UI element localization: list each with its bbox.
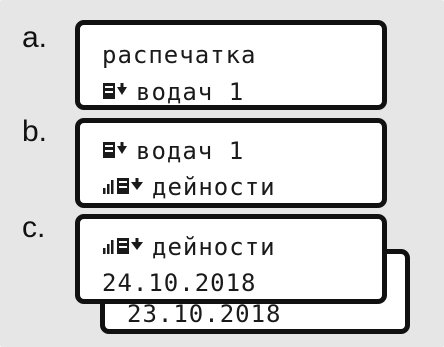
panel-c-line-2: 24.10.2018 bbox=[102, 269, 257, 297]
printer-icon bbox=[102, 82, 128, 100]
panel-c-back-date: 23.10.2018 bbox=[127, 300, 282, 328]
printer-icon bbox=[102, 141, 128, 159]
panel-c-label: c. bbox=[22, 211, 46, 244]
display-panel-b: водач 1 дейности bbox=[75, 118, 387, 208]
activity-bars-icon bbox=[102, 237, 144, 255]
panel-c-line-1: дейности bbox=[102, 235, 276, 259]
panel-a-line-1: распечатка bbox=[102, 41, 257, 69]
panel-a-label: a. bbox=[22, 21, 48, 54]
display-panel-a: распечатка водач 1 bbox=[75, 20, 387, 110]
panel-a-line-2: водач 1 bbox=[102, 80, 244, 104]
panel-b-line-2: дейности bbox=[102, 175, 276, 199]
display-panel-c-front: дейности 24.10.2018 bbox=[75, 214, 387, 304]
panel-b-activities-text: дейности bbox=[152, 173, 276, 201]
panel-c-activities-text: дейности bbox=[152, 233, 276, 261]
panel-b-line-1: водач 1 bbox=[102, 139, 244, 163]
panel-b-driver-text: водач 1 bbox=[136, 137, 245, 165]
activity-bars-icon bbox=[102, 177, 144, 195]
display-sequence-illustration: a. распечатка водач 1 b. водач 1 дейност… bbox=[0, 0, 444, 347]
panel-b-label: b. bbox=[22, 115, 48, 148]
panel-a-driver-text: водач 1 bbox=[136, 78, 245, 106]
